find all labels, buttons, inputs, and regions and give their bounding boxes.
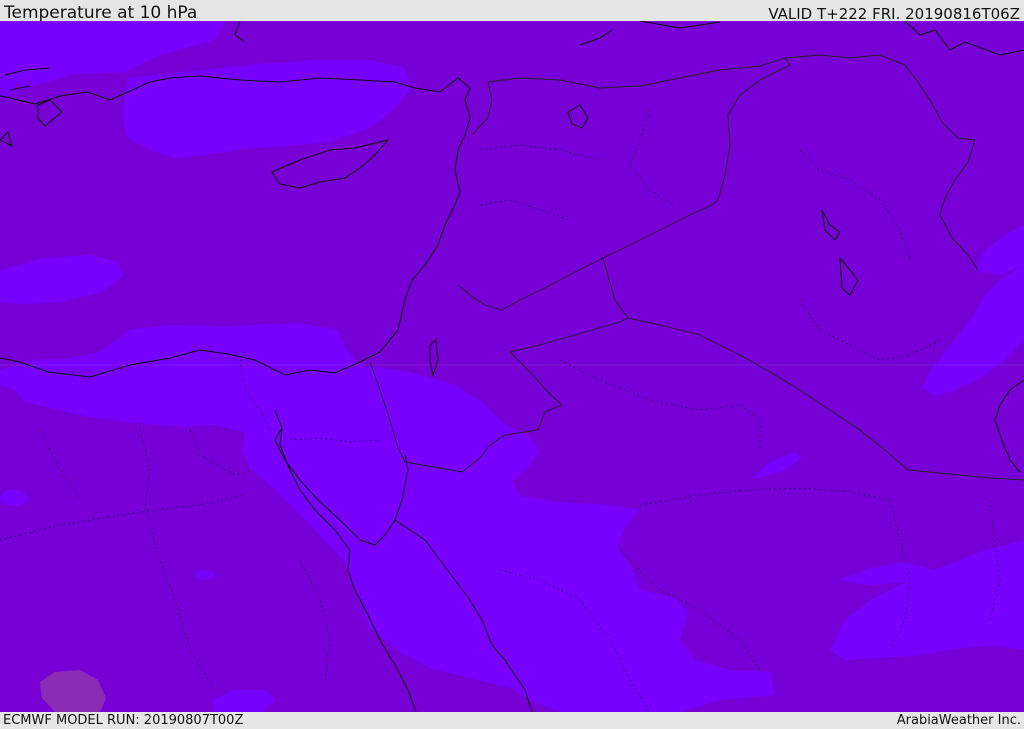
map-title: Temperature at 10 hPa [4, 3, 198, 23]
header-bar: Temperature at 10 hPa VALID T+222 FRI. 2… [0, 0, 1024, 23]
contour-patch-dot-west [0, 490, 28, 506]
footer-bar: ECMWF MODEL RUN: 20190807T00Z ArabiaWeat… [0, 712, 1024, 729]
provider-credit: ArabiaWeather Inc. [896, 713, 1021, 728]
weather-map-frame: Temperature at 10 hPa VALID T+222 FRI. 2… [0, 0, 1024, 729]
map-area [0, 21, 1024, 712]
temperature-map [0, 21, 1024, 712]
model-run: ECMWF MODEL RUN: 20190807T00Z [3, 713, 244, 728]
contour-patch-dot-nile [195, 570, 215, 580]
